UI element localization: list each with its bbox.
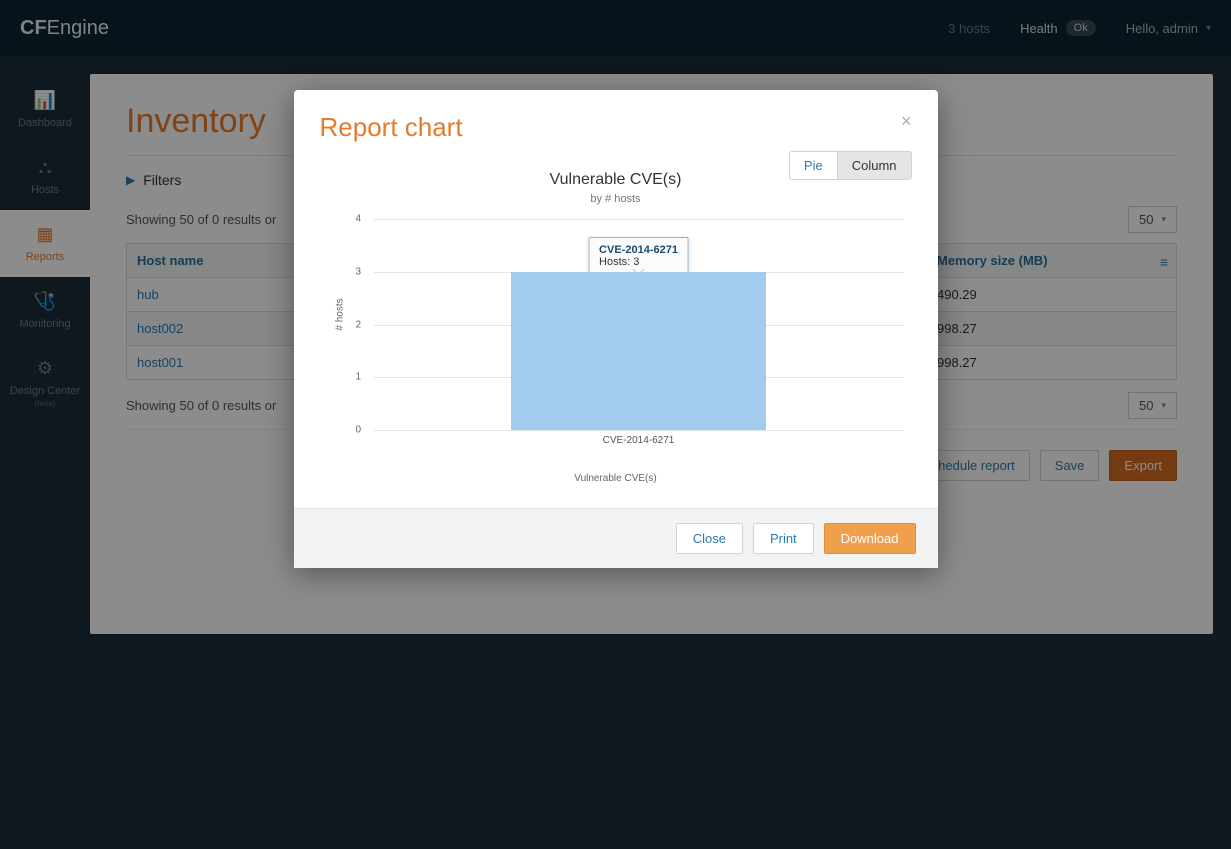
tooltip-metric: Hosts: 3 — [599, 256, 639, 268]
y-tick: 4 — [356, 214, 362, 225]
chart-plot: CVE-2014-6271 Hosts: 3 ↖ 01234CVE-2014-6… — [374, 219, 904, 431]
y-tick: 0 — [356, 425, 362, 436]
modal-title: Report chart — [320, 112, 463, 143]
download-button[interactable]: Download — [824, 523, 916, 554]
x-category-label: CVE-2014-6271 — [374, 435, 904, 446]
y-tick: 1 — [356, 372, 362, 383]
y-tick: 2 — [356, 319, 362, 330]
chart-type-switch: Pie Column — [789, 151, 912, 180]
chart-tooltip: CVE-2014-6271 Hosts: 3 — [588, 237, 689, 275]
x-axis-label: Vulnerable CVE(s) — [320, 473, 912, 484]
chart-area: # hosts CVE-2014-6271 Hosts: 3 ↖ 01234CV… — [354, 213, 904, 453]
tooltip-label: CVE-2014-6271 — [599, 244, 678, 256]
chart-subtitle: by # hosts — [320, 193, 912, 205]
close-icon[interactable]: × — [901, 112, 912, 130]
grid-line — [374, 430, 904, 431]
chart-bar[interactable] — [511, 272, 765, 430]
close-button[interactable]: Close — [676, 523, 743, 554]
y-tick: 3 — [356, 266, 362, 277]
grid-line — [374, 219, 904, 220]
chart-type-pie[interactable]: Pie — [790, 152, 837, 179]
modal-overlay: Report chart × Pie Column Vulnerable CVE… — [0, 0, 1231, 849]
print-button[interactable]: Print — [753, 523, 814, 554]
y-axis-label: # hosts — [334, 298, 345, 330]
chart-type-column[interactable]: Column — [837, 152, 911, 179]
report-chart-modal: Report chart × Pie Column Vulnerable CVE… — [294, 90, 938, 568]
